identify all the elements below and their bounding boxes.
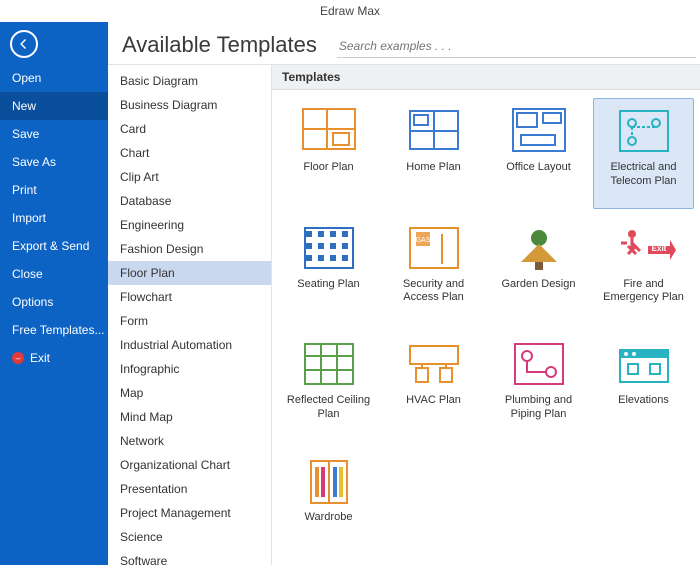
template-item[interactable]: Garden Design — [488, 215, 589, 326]
template-label: Seating Plan — [295, 276, 361, 304]
template-item[interactable]: Office Layout — [488, 98, 589, 209]
floorplan-icon — [297, 103, 361, 159]
sidebar-item-close[interactable]: Close — [0, 260, 108, 288]
sidebar-item-save[interactable]: Save — [0, 120, 108, 148]
exit-icon: – — [12, 352, 24, 364]
content-header: Available Templates — [108, 22, 700, 65]
template-label: Home Plan — [404, 159, 462, 187]
template-label: HVAC Plan — [404, 392, 463, 420]
fire-icon: Exit — [612, 220, 676, 276]
main: OpenNewSaveSave AsPrintImportExport & Se… — [0, 22, 700, 565]
plumbing-icon — [507, 336, 571, 392]
template-label: Garden Design — [500, 276, 578, 304]
back-button[interactable] — [10, 30, 38, 58]
category-item[interactable]: Project Management — [108, 501, 271, 525]
templates-header: Templates — [272, 65, 700, 90]
category-item[interactable]: Software — [108, 549, 271, 565]
sidebar-item-import[interactable]: Import — [0, 204, 108, 232]
category-item[interactable]: Chart — [108, 141, 271, 165]
category-item[interactable]: Map — [108, 381, 271, 405]
svg-text:GAS: GAS — [415, 237, 430, 244]
category-item[interactable]: Science — [108, 525, 271, 549]
template-item[interactable]: Reflected Ceiling Plan — [278, 331, 379, 442]
category-item[interactable]: Basic Diagram — [108, 69, 271, 93]
category-item[interactable]: Form — [108, 309, 271, 333]
template-label: Floor Plan — [301, 159, 355, 187]
category-item[interactable]: Network — [108, 429, 271, 453]
template-item[interactable]: GAS Security and Access Plan — [383, 215, 484, 326]
ceiling-icon — [297, 336, 361, 392]
template-item[interactable]: Exit Fire and Emergency Plan — [593, 215, 694, 326]
templates-panel: Templates Floor Plan Home Plan Office Layo… — [272, 65, 700, 565]
search-input[interactable] — [337, 35, 696, 58]
electrical-icon — [612, 103, 676, 159]
template-item[interactable]: HVAC Plan — [383, 331, 484, 442]
category-item[interactable]: Floor Plan — [108, 261, 271, 285]
content-area: Available Templates Basic DiagramBusines… — [108, 22, 700, 565]
template-item[interactable]: Plumbing and Piping Plan — [488, 331, 589, 442]
template-label: Electrical and Telecom Plan — [596, 159, 691, 189]
category-item[interactable]: Presentation — [108, 477, 271, 501]
template-item[interactable]: Elevations — [593, 331, 694, 442]
office-icon — [507, 103, 571, 159]
sidebar-item-print[interactable]: Print — [0, 176, 108, 204]
sidebar-item-label: Exit — [30, 351, 50, 365]
wardrobe-icon — [297, 453, 361, 509]
app-title: Edraw Max — [0, 0, 700, 22]
category-item[interactable]: Fashion Design — [108, 237, 271, 261]
category-item[interactable]: Flowchart — [108, 285, 271, 309]
category-item[interactable]: Industrial Automation — [108, 333, 271, 357]
category-item[interactable]: Card — [108, 117, 271, 141]
category-list[interactable]: Basic DiagramBusiness DiagramCardChartCl… — [108, 65, 272, 565]
homeplan-icon — [402, 103, 466, 159]
arrow-left-icon — [17, 37, 31, 51]
template-label: Security and Access Plan — [386, 276, 481, 306]
garden-icon — [507, 220, 571, 276]
template-item[interactable]: Home Plan — [383, 98, 484, 209]
category-item[interactable]: Clip Art — [108, 165, 271, 189]
file-menu-sidebar: OpenNewSaveSave AsPrintImportExport & Se… — [0, 22, 108, 565]
category-item[interactable]: Infographic — [108, 357, 271, 381]
template-label: Fire and Emergency Plan — [596, 276, 691, 306]
category-item[interactable]: Database — [108, 189, 271, 213]
category-item[interactable]: Business Diagram — [108, 93, 271, 117]
sidebar-item-open[interactable]: Open — [0, 64, 108, 92]
sidebar-item-free-templates[interactable]: Free Templates... — [0, 316, 108, 344]
template-label: Office Layout — [504, 159, 573, 187]
security-icon: GAS — [402, 220, 466, 276]
sidebar-item-options[interactable]: Options — [0, 288, 108, 316]
template-label: Wardrobe — [303, 509, 355, 537]
sidebar-item-save-as[interactable]: Save As — [0, 148, 108, 176]
category-item[interactable]: Engineering — [108, 213, 271, 237]
svg-text:Exit: Exit — [651, 244, 666, 253]
sidebar-item-export-send[interactable]: Export & Send — [0, 232, 108, 260]
elevations-icon — [612, 336, 676, 392]
seating-icon — [297, 220, 361, 276]
category-item[interactable]: Mind Map — [108, 405, 271, 429]
template-item[interactable]: Wardrobe — [278, 448, 379, 557]
template-item[interactable]: Floor Plan — [278, 98, 379, 209]
template-label: Elevations — [616, 392, 671, 420]
templates-grid: Floor Plan Home Plan Office Layout Electric… — [272, 90, 700, 565]
template-item[interactable]: Electrical and Telecom Plan — [593, 98, 694, 209]
template-label: Plumbing and Piping Plan — [491, 392, 586, 422]
sidebar-item-exit[interactable]: – Exit — [0, 344, 108, 372]
hvac-icon — [402, 336, 466, 392]
available-templates-heading: Available Templates — [122, 32, 317, 58]
template-item[interactable]: Seating Plan — [278, 215, 379, 326]
sidebar-item-new[interactable]: New — [0, 92, 108, 120]
template-label: Reflected Ceiling Plan — [281, 392, 376, 422]
category-item[interactable]: Organizational Chart — [108, 453, 271, 477]
